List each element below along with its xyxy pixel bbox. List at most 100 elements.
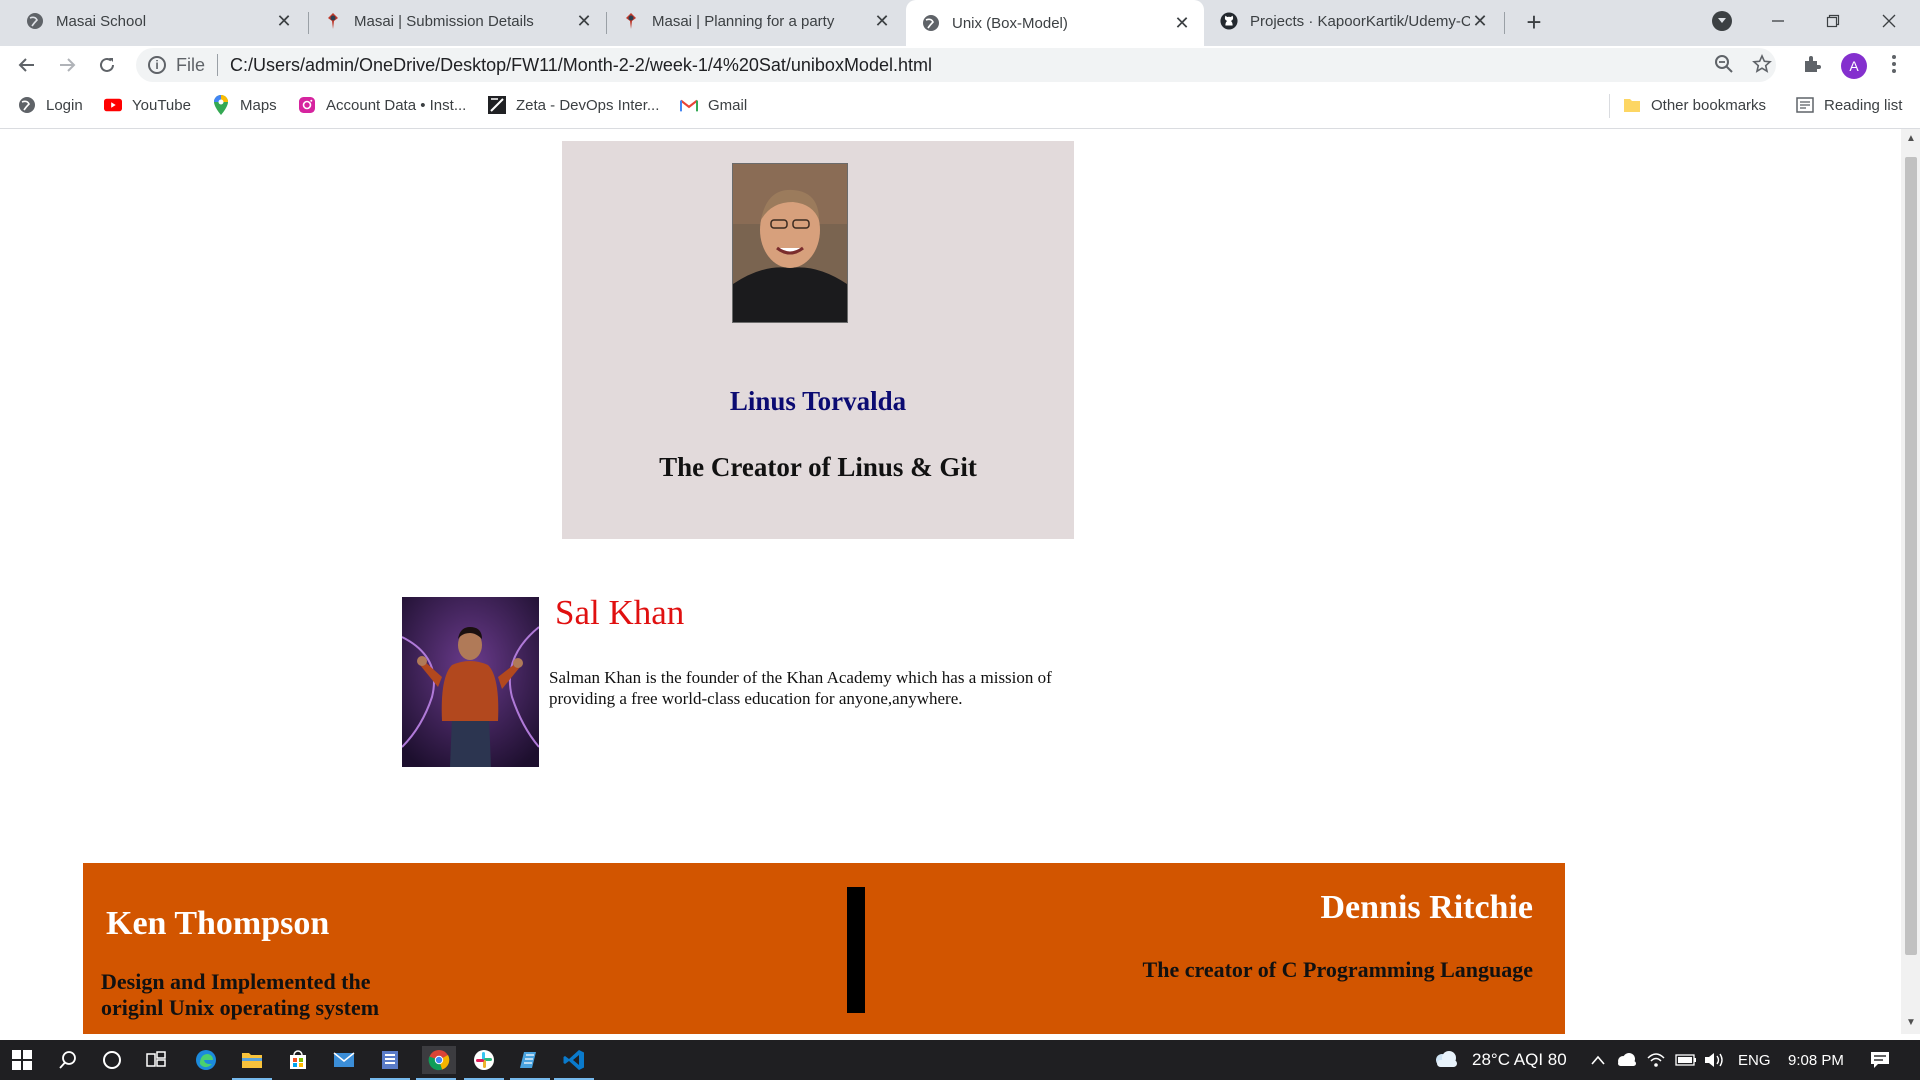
mail-icon[interactable] bbox=[330, 1046, 358, 1074]
tab-strip: Masai School ✕ Masai | Submission Detail… bbox=[0, 0, 1920, 46]
volume-icon[interactable] bbox=[1700, 1046, 1728, 1074]
onedrive-icon[interactable] bbox=[1612, 1046, 1640, 1074]
weather-readout[interactable]: 28°C AQI 80 bbox=[1472, 1050, 1567, 1070]
folder-icon bbox=[1623, 96, 1641, 114]
browser-toolbar: i File C:/Users/admin/OneDrive/Desktop/F… bbox=[0, 46, 1920, 84]
bookmark-gmail[interactable]: Gmail bbox=[680, 94, 747, 116]
bookmark-label: Maps bbox=[240, 96, 277, 114]
minimize-button[interactable] bbox=[1755, 0, 1801, 42]
close-window-button[interactable] bbox=[1866, 0, 1912, 42]
globe-icon bbox=[922, 14, 940, 32]
back-button[interactable] bbox=[12, 50, 42, 80]
tab-masai-school[interactable]: Masai School ✕ bbox=[0, 0, 306, 42]
globe-icon bbox=[26, 12, 44, 30]
dennis-ritchie-name: Dennis Ritchie bbox=[1320, 889, 1534, 926]
vertical-scrollbar[interactable]: ▲ ▼ bbox=[1901, 129, 1920, 1034]
ken-thompson-name: Ken Thompson bbox=[106, 905, 330, 942]
extensions-icon[interactable] bbox=[1800, 52, 1824, 76]
bookmark-login[interactable]: Login bbox=[18, 94, 83, 116]
site-info-icon[interactable]: i bbox=[148, 56, 166, 74]
battery-icon[interactable] bbox=[1672, 1046, 1700, 1074]
menu-kebab-icon[interactable] bbox=[1882, 52, 1906, 76]
masai-icon bbox=[324, 12, 342, 30]
close-tab-icon[interactable]: ✕ bbox=[872, 11, 892, 31]
tab-search-button[interactable] bbox=[1712, 11, 1732, 31]
zeta-icon bbox=[488, 96, 506, 114]
notification-center-icon[interactable] bbox=[1866, 1046, 1894, 1074]
slack-icon[interactable] bbox=[464, 1046, 504, 1080]
github-icon bbox=[1220, 12, 1238, 30]
globe-icon bbox=[18, 96, 36, 114]
cortana-icon[interactable] bbox=[98, 1046, 126, 1074]
scheme-label: File bbox=[176, 54, 206, 75]
bookmark-label: Login bbox=[46, 96, 83, 114]
wifi-icon[interactable] bbox=[1642, 1046, 1670, 1074]
bookmark-instagram[interactable]: Account Data • Inst... bbox=[298, 94, 466, 116]
linus-subtitle: The Creator of Linus & Git bbox=[659, 452, 977, 482]
clock[interactable]: 9:08 PM bbox=[1788, 1052, 1844, 1069]
bookmark-youtube[interactable]: YouTube bbox=[104, 94, 191, 116]
windows-taskbar: 28°C AQI 80 ENG 9:08 PM bbox=[0, 1040, 1920, 1080]
search-icon[interactable] bbox=[54, 1046, 82, 1074]
close-tab-icon[interactable]: ✕ bbox=[574, 11, 594, 31]
scroll-up-arrow[interactable]: ▲ bbox=[1906, 133, 1916, 144]
close-tab-icon[interactable]: ✕ bbox=[1470, 11, 1490, 31]
tray-chevron-up-icon[interactable] bbox=[1584, 1046, 1612, 1074]
tab-github-projects[interactable]: Projects · KapoorKartik/Udemy-C ✕ bbox=[1204, 0, 1502, 42]
tab-submission-details[interactable]: Masai | Submission Details ✕ bbox=[308, 0, 606, 42]
tab-unix-box-model[interactable]: Unix (Box-Model) ✕ bbox=[906, 0, 1204, 46]
instagram-icon bbox=[298, 96, 316, 114]
weather-cloud-icon[interactable] bbox=[1432, 1046, 1460, 1074]
new-tab-button[interactable]: + bbox=[1520, 7, 1548, 37]
tab-title: Masai | Planning for a party bbox=[652, 12, 835, 30]
language-indicator[interactable]: ENG bbox=[1738, 1052, 1771, 1069]
store-icon[interactable] bbox=[284, 1046, 312, 1074]
windows-start-icon[interactable] bbox=[8, 1046, 36, 1074]
tab-title: Projects · KapoorKartik/Udemy-C bbox=[1250, 12, 1470, 30]
edge-icon[interactable] bbox=[192, 1046, 220, 1074]
bookmark-label: Account Data • Inst... bbox=[326, 96, 467, 114]
bookmark-maps[interactable]: Maps bbox=[212, 94, 277, 116]
masai-icon bbox=[622, 12, 640, 30]
gmail-icon bbox=[680, 96, 698, 114]
vscode-icon[interactable] bbox=[554, 1046, 594, 1080]
unix-creators-banner: Ken Thompson Design and Implemented the … bbox=[83, 863, 1565, 1034]
close-tab-icon[interactable]: ✕ bbox=[1172, 13, 1192, 33]
word-pad-icon[interactable] bbox=[370, 1046, 410, 1080]
forward-button[interactable] bbox=[52, 50, 82, 80]
dennis-ritchie-description: The creator of C Programming Language bbox=[1142, 957, 1533, 982]
tab-planning-party[interactable]: Masai | Planning for a party ✕ bbox=[606, 0, 904, 42]
linus-name: Linus Torvalda bbox=[729, 386, 907, 416]
zoom-icon[interactable] bbox=[1712, 52, 1736, 76]
arrow-right-icon bbox=[60, 58, 76, 72]
tab-title: Masai | Submission Details bbox=[354, 12, 534, 30]
address-bar[interactable]: i File C:/Users/admin/OneDrive/Desktop/F… bbox=[136, 48, 1776, 82]
chrome-icon[interactable] bbox=[416, 1046, 456, 1080]
reload-button[interactable] bbox=[92, 50, 122, 80]
close-tab-icon[interactable]: ✕ bbox=[274, 11, 294, 31]
url-text[interactable]: C:/Users/admin/OneDrive/Desktop/FW11/Mon… bbox=[230, 55, 932, 76]
maps-icon bbox=[212, 95, 230, 115]
linus-photo bbox=[732, 163, 848, 323]
reading-list-icon bbox=[1796, 96, 1814, 114]
tab-title: Unix (Box-Model) bbox=[952, 14, 1068, 32]
reload-icon bbox=[100, 57, 114, 72]
scrollbar-thumb[interactable] bbox=[1905, 157, 1917, 955]
page-viewport: Linus Torvalda The Creator of Linus & Gi… bbox=[0, 129, 1900, 1034]
scroll-down-arrow[interactable]: ▼ bbox=[1906, 1017, 1916, 1028]
bookmark-zeta[interactable]: Zeta - DevOps Inter... bbox=[488, 94, 659, 116]
arrow-left-icon bbox=[18, 58, 34, 72]
notepad-icon[interactable] bbox=[510, 1046, 550, 1080]
restore-button[interactable] bbox=[1810, 0, 1856, 42]
reading-list-label: Reading list bbox=[1824, 96, 1903, 114]
task-view-icon[interactable] bbox=[142, 1046, 170, 1074]
bookmark-label: YouTube bbox=[132, 96, 191, 114]
other-bookmarks[interactable]: Other bookmarks bbox=[1623, 94, 1766, 116]
youtube-icon bbox=[104, 96, 122, 114]
profile-avatar[interactable]: A bbox=[1841, 53, 1867, 79]
sal-khan-photo bbox=[402, 597, 539, 767]
file-explorer-icon[interactable] bbox=[232, 1046, 272, 1080]
bookmark-label: Zeta - DevOps Inter... bbox=[516, 96, 660, 114]
bookmark-star-icon[interactable] bbox=[1750, 52, 1774, 76]
reading-list[interactable]: Reading list bbox=[1796, 94, 1902, 116]
